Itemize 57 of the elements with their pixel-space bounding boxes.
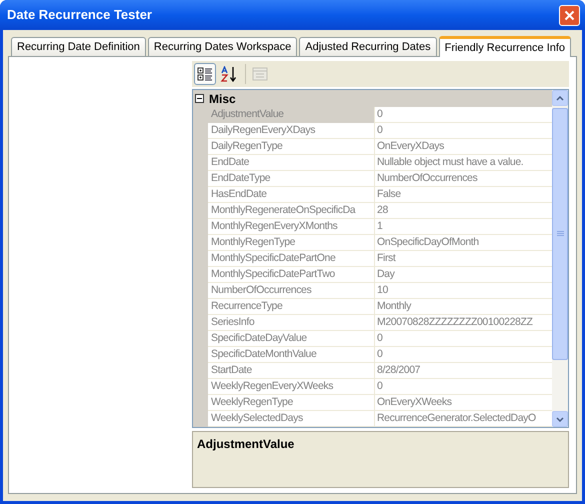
property-name[interactable]: WeeklyRegenType: [208, 395, 374, 411]
vertical-scrollbar[interactable]: [552, 90, 568, 427]
property-name[interactable]: HasEndDate: [208, 187, 374, 203]
property-value[interactable]: 1: [374, 219, 552, 235]
property-name[interactable]: SeriesInfo: [208, 315, 374, 331]
property-value[interactable]: 10: [374, 283, 552, 299]
window-title: Date Recurrence Tester: [7, 6, 152, 24]
categorized-button[interactable]: [194, 63, 216, 85]
property-value[interactable]: OnSpecificDayOfMonth: [374, 235, 552, 251]
property-value[interactable]: OnEveryXWeeks: [374, 395, 552, 411]
tab[interactable]: Recurring Date Definition: [11, 37, 146, 56]
property-name[interactable]: MonthlyRegenEveryXMonths: [208, 219, 374, 235]
property-name[interactable]: MonthlyRegenType: [208, 235, 374, 251]
property-name[interactable]: EndDateType: [208, 171, 374, 187]
property-value[interactable]: 0: [374, 123, 552, 139]
property-name[interactable]: NumberOfOccurrences: [208, 283, 374, 299]
tab[interactable]: Recurring Dates Workspace: [148, 37, 298, 56]
category-label: Misc: [209, 90, 236, 108]
property-name[interactable]: DailyRegenEveryXDays: [208, 123, 374, 139]
property-pages-icon: [252, 66, 268, 82]
property-name[interactable]: MonthlyRegenerateOnSpecificDa: [208, 203, 374, 219]
property-value[interactable]: 0: [374, 107, 552, 123]
property-name[interactable]: MonthlySpecificDatePartOne: [208, 251, 374, 267]
property-name[interactable]: WeeklySelectedDays: [208, 411, 374, 427]
sort-az-icon: [220, 66, 238, 82]
property-value[interactable]: NumberOfOccurrences: [374, 171, 552, 187]
property-name[interactable]: MonthlySpecificDatePartTwo: [208, 267, 374, 283]
tab[interactable]: Friendly Recurrence Info: [438, 36, 572, 57]
property-value[interactable]: 0: [374, 379, 552, 395]
property-value[interactable]: 0: [374, 347, 552, 363]
property-value[interactable]: M20070828ZZZZZZZZ00100228ZZ: [374, 315, 552, 331]
property-value[interactable]: First: [374, 251, 552, 267]
collapse-icon[interactable]: [195, 94, 204, 103]
property-value[interactable]: OnEveryXDays: [374, 139, 552, 155]
property-value[interactable]: RecurrenceGenerator.SelectedDayO: [374, 411, 552, 427]
property-value[interactable]: Nullable object must have a value.: [374, 155, 552, 171]
property-name[interactable]: RecurrenceType: [208, 299, 374, 315]
grip-icon: [556, 231, 564, 237]
tab[interactable]: Adjusted Recurring Dates: [299, 37, 437, 56]
property-value[interactable]: Day: [374, 267, 552, 283]
property-value[interactable]: 28: [374, 203, 552, 219]
property-name[interactable]: EndDate: [208, 155, 374, 171]
scroll-down-icon: [556, 416, 564, 422]
close-icon: [564, 10, 575, 20]
categorized-icon: [197, 66, 213, 82]
property-name[interactable]: SpecificDateMonthValue: [208, 347, 374, 363]
description-title: AdjustmentValue: [197, 437, 294, 451]
scroll-up-icon: [556, 96, 564, 100]
property-value[interactable]: 8/28/2007: [374, 363, 552, 379]
property-name[interactable]: StartDate: [208, 363, 374, 379]
property-value[interactable]: False: [374, 187, 552, 203]
property-value[interactable]: 0: [374, 331, 552, 347]
close-button[interactable]: [559, 4, 580, 26]
property-name[interactable]: WeeklyRegenEveryXWeeks: [208, 379, 374, 395]
property-name[interactable]: DailyRegenType: [208, 139, 374, 155]
property-name[interactable]: SpecificDateDayValue: [208, 331, 374, 347]
property-value[interactable]: Monthly: [374, 299, 552, 315]
